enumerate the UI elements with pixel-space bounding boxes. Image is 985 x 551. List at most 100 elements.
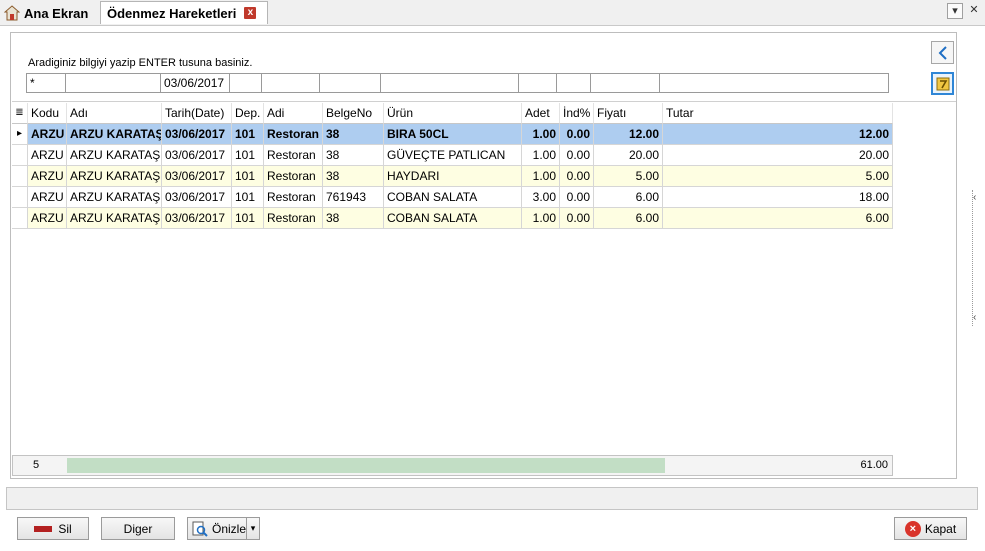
cell-urun: COBAN SALATA: [384, 208, 522, 229]
cell-tutar: 20.00: [663, 145, 893, 166]
cell-urun: COBAN SALATA: [384, 187, 522, 208]
clear-filter-icon: [936, 77, 949, 90]
close-icon: ×: [904, 520, 921, 537]
column-header-fiyati[interactable]: Fiyatı: [594, 103, 663, 124]
filter-urun[interactable]: [380, 73, 519, 93]
column-header-tarih[interactable]: Tarih(Date): [162, 103, 232, 124]
filter-row: * 03/06/2017: [26, 73, 889, 93]
cell-urun: BIRA 50CL: [384, 124, 522, 145]
filter-adet[interactable]: [518, 73, 557, 93]
column-header-kodu[interactable]: Kodu: [28, 103, 67, 124]
column-header-tutar[interactable]: Tutar: [663, 103, 893, 124]
diger-button[interactable]: Diger: [101, 517, 175, 540]
cell-belgeno: 38: [323, 208, 384, 229]
column-header-adet[interactable]: Adet: [522, 103, 560, 124]
kapat-button[interactable]: × Kapat: [894, 517, 967, 540]
tab-odenmez-hareketleri[interactable]: Ödenmez Hareketleri x: [100, 1, 268, 24]
cell-adi: ARZU KARATAŞ: [67, 187, 162, 208]
column-header-adi[interactable]: Adı: [67, 103, 162, 124]
cell-adi: ARZU KARATAŞ: [67, 208, 162, 229]
splitter-collapse-icon[interactable]: ‹: [973, 192, 976, 203]
footer-row-count: 5: [33, 459, 40, 471]
cell-ind: 0.00: [560, 145, 594, 166]
cell-adet: 1.00: [522, 124, 560, 145]
column-header-ind[interactable]: İnd%: [560, 103, 594, 124]
filter-ind[interactable]: [556, 73, 591, 93]
cell-adi: ARZU KARATAŞ: [67, 145, 162, 166]
table-row[interactable]: ARZU ARZU KARATAŞ 03/06/2017 101 Restora…: [12, 208, 893, 229]
filter-dep-adi[interactable]: [261, 73, 320, 93]
onizle-dropdown-icon[interactable]: ▾: [246, 518, 259, 539]
filter-belgeno[interactable]: [319, 73, 381, 93]
filter-tarih[interactable]: 03/06/2017: [160, 73, 230, 93]
cell-belgeno: 38: [323, 145, 384, 166]
cell-adet: 1.00: [522, 145, 560, 166]
table-row[interactable]: ARZU ARZU KARATAŞ 03/06/2017 101 Restora…: [12, 187, 893, 208]
filter-adi[interactable]: [65, 73, 161, 93]
cell-dep: 101: [232, 124, 264, 145]
cell-belgeno: 38: [323, 124, 384, 145]
filter-fiyati[interactable]: [590, 73, 660, 93]
side-splitter[interactable]: ‹ ‹: [972, 190, 981, 326]
cell-adi: ARZU KARATAŞ: [67, 124, 162, 145]
cell-kodu: ARZU: [28, 145, 67, 166]
row-indicator: [12, 208, 28, 229]
sil-button[interactable]: Sil: [17, 517, 89, 540]
clear-filter-button[interactable]: [931, 72, 954, 95]
column-header-dep-adi[interactable]: Adi: [264, 103, 323, 124]
tab-ana-ekran-label: Ana Ekran: [24, 5, 89, 21]
onizle-button-label: Önizle: [211, 521, 246, 536]
cell-tutar: 18.00: [663, 187, 893, 208]
delete-icon: [34, 525, 53, 532]
search-hint: Aradiginiz bilgiyi yazip ENTER tusuna ba…: [28, 57, 253, 69]
table-row[interactable]: ARZU ARZU KARATAŞ 03/06/2017 101 Restora…: [12, 166, 893, 187]
data-grid: ≣ Kodu Adı Tarih(Date) Dep. Adi BelgeNo …: [12, 101, 956, 455]
table-row[interactable]: ▸ ARZU ARZU KARATAŞ 03/06/2017 101 Resto…: [12, 124, 893, 145]
kapat-button-label: Kapat: [924, 521, 957, 536]
splitter-expand-icon[interactable]: ‹: [973, 312, 976, 323]
cell-adet: 1.00: [522, 208, 560, 229]
cell-fiyati: 5.00: [594, 166, 663, 187]
filter-kodu[interactable]: *: [26, 73, 66, 93]
back-button[interactable]: [931, 41, 954, 64]
filter-tutar[interactable]: [659, 73, 889, 93]
cell-ind: 0.00: [560, 166, 594, 187]
diger-button-label: Diger: [123, 521, 153, 536]
cell-belgeno: 38: [323, 166, 384, 187]
tab-ana-ekran[interactable]: Ana Ekran: [4, 2, 100, 24]
column-header-belgeno[interactable]: BelgeNo: [323, 103, 384, 124]
cell-tarih: 03/06/2017: [162, 166, 232, 187]
cell-tutar: 6.00: [663, 208, 893, 229]
home-icon: [4, 5, 20, 21]
cell-ind: 0.00: [560, 208, 594, 229]
row-indicator-icon: ▸: [12, 124, 28, 145]
sil-button-label: Sil: [58, 521, 72, 536]
grid-header-row: ≣ Kodu Adı Tarih(Date) Dep. Adi BelgeNo …: [12, 103, 893, 124]
cell-fiyati: 12.00: [594, 124, 663, 145]
grid-footer: 5 61.00: [12, 455, 893, 476]
cell-kodu: ARZU: [28, 208, 67, 229]
tab-list-dropdown-icon[interactable]: ▾: [947, 3, 963, 19]
column-header-dep[interactable]: Dep.: [232, 103, 264, 124]
row-indicator: [12, 166, 28, 187]
cell-fiyati: 6.00: [594, 187, 663, 208]
cell-dep-adi: Restoran: [264, 208, 323, 229]
cell-belgeno: 761943: [323, 187, 384, 208]
cell-dep-adi: Restoran: [264, 124, 323, 145]
cell-adet: 1.00: [522, 166, 560, 187]
cell-ind: 0.00: [560, 124, 594, 145]
tab-close-icon[interactable]: x: [244, 7, 257, 19]
table-row[interactable]: ARZU ARZU KARATAŞ 03/06/2017 101 Restora…: [12, 145, 893, 166]
cell-dep-adi: Restoran: [264, 166, 323, 187]
cell-adi: ARZU KARATAŞ: [67, 166, 162, 187]
cell-urun: GÜVEÇTE PATLICAN: [384, 145, 522, 166]
onizle-button[interactable]: Önizle ▾: [187, 517, 260, 540]
filter-dep[interactable]: [229, 73, 262, 93]
column-header-urun[interactable]: Ürün: [384, 103, 522, 124]
column-chooser-icon[interactable]: ≣: [12, 103, 28, 124]
cell-dep-adi: Restoran: [264, 145, 323, 166]
cell-tarih: 03/06/2017: [162, 124, 232, 145]
status-bar: [6, 487, 978, 510]
cell-dep: 101: [232, 166, 264, 187]
window-close-icon[interactable]: ✕: [967, 3, 981, 19]
